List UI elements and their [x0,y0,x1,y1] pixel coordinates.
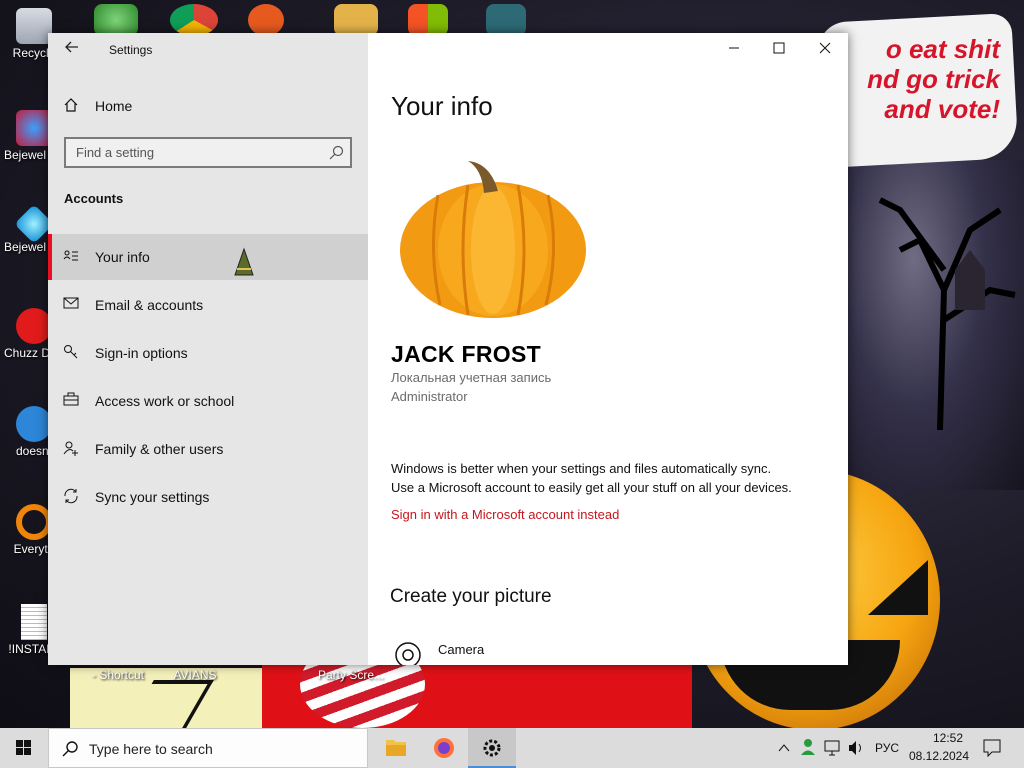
user-display-name: JACK FROST [391,341,541,367]
input-language-indicator[interactable]: РУС [875,741,899,755]
wallpaper-tree [878,197,1016,430]
taskbar-settings[interactable] [468,728,516,768]
camera-option-label[interactable]: Camera [438,642,484,657]
gear-icon [483,739,501,757]
taskbar-file-explorer[interactable] [372,728,420,768]
folder-icon [386,740,406,756]
nav-section-header: Accounts [64,191,124,206]
desktop-top-icon-store[interactable] [408,4,448,36]
account-role: Administrator [391,389,468,404]
search-icon [329,145,344,160]
nav-home-label: Home [95,98,133,114]
camera-icon[interactable] [394,641,422,665]
desktop-top-icon-character[interactable] [486,4,526,36]
wallpaper-text: o eat shit nd go trick and vote! [867,34,1000,124]
show-hidden-icons-chevron-icon[interactable] [776,728,792,768]
account-type: Локальная учетная запись [391,370,552,385]
nav-item-label: Access work or school [95,393,235,409]
person-add-icon [62,440,80,458]
tray-user-icon[interactable] [798,728,818,768]
key-icon [62,344,80,362]
witch-hat-cursor-icon [234,247,254,276]
minimize-icon [729,47,739,49]
minimize-button[interactable] [711,33,757,65]
taskbar: Type here to search РУС 12:52 08.12.2024 [0,728,1024,768]
desktop-top-icon-people[interactable] [94,4,138,36]
desktop-top-icon-chrome[interactable] [170,4,218,36]
bejeweled-icon [16,110,52,146]
desktop-icon-party-screen[interactable]: Party Scre... [316,668,386,682]
network-icon[interactable] [822,728,842,768]
nav-item-family-other-users[interactable]: Family & other users [48,426,368,472]
sync-info-text-1: Windows is better when your settings and… [391,461,772,476]
nav-item-access-work-school[interactable]: Access work or school [48,378,368,424]
taskbar-search-placeholder: Type here to search [89,741,213,757]
settings-content-pane: Your info JACK FROST Локальная учетная з… [368,33,848,665]
desktop-icon-label: - Shortcut [91,668,145,682]
sync-info-text-2: Use a Microsoft account to easily get al… [391,480,792,495]
page-title: Your info [391,91,493,121]
close-icon [819,42,831,54]
nav-item-your-info[interactable]: Your info [48,234,368,280]
nav-item-label: Your info [95,249,150,265]
home-icon [62,97,80,115]
back-arrow-icon [65,41,78,53]
create-picture-header: Create your picture [390,586,552,607]
desktop-top-icon-arrow[interactable] [334,4,378,36]
search-icon [62,741,78,757]
desktop-icon-label: Party Scre... [317,668,385,682]
firefox-icon [434,738,454,758]
back-button[interactable] [60,39,84,63]
window-title: Settings [109,43,153,57]
nav-item-label: Email & accounts [95,297,204,313]
volume-icon[interactable] [846,728,866,768]
desktop-icon-shortcut[interactable]: - Shortcut [88,668,148,682]
close-button[interactable] [802,33,848,65]
maximize-button[interactable] [756,33,802,65]
settings-window: Settings Home Find a setting Accounts Yo… [48,33,848,665]
briefcase-icon [62,392,80,410]
microsoft-signin-link[interactable]: Sign in with a Microsoft account instead [391,507,619,522]
desktop-icon-avians[interactable]: AVIANS [165,668,225,682]
maximize-icon [773,42,785,54]
clock-date[interactable]: 08.12.2024 [906,749,972,763]
find-setting-input[interactable]: Find a setting [64,137,352,168]
nav-item-label: Sign-in options [95,345,188,361]
recycle-bin-icon [16,8,52,44]
settings-nav-pane: Settings Home Find a setting Accounts Yo… [48,33,368,665]
nav-home[interactable]: Home [48,83,368,129]
bird-icon [16,406,52,442]
nav-item-label: Family & other users [95,441,224,457]
notifications-icon[interactable] [982,728,1002,768]
nav-item-sync-settings[interactable]: Sync your settings [48,474,368,520]
nav-item-sign-in-options[interactable]: Sign-in options [48,330,368,376]
text-file-icon [21,604,47,640]
windows-logo-icon [16,740,31,755]
find-setting-placeholder: Find a setting [76,145,155,160]
everything-search-icon [16,504,52,540]
nav-item-label: Sync your settings [95,489,210,505]
start-button[interactable] [0,728,48,768]
desktop-top-icon-app[interactable] [248,4,284,36]
person-card-icon [62,248,80,266]
taskbar-search-box[interactable]: Type here to search [48,728,368,768]
sync-icon [62,488,80,506]
chuzzle-icon [16,308,52,344]
clock-time[interactable]: 12:52 [918,731,978,745]
nav-item-email-accounts[interactable]: Email & accounts [48,282,368,328]
desktop-icon-label: AVIANS [173,668,217,682]
user-avatar [400,161,586,318]
mail-icon [62,296,80,314]
taskbar-firefox[interactable] [420,728,468,768]
